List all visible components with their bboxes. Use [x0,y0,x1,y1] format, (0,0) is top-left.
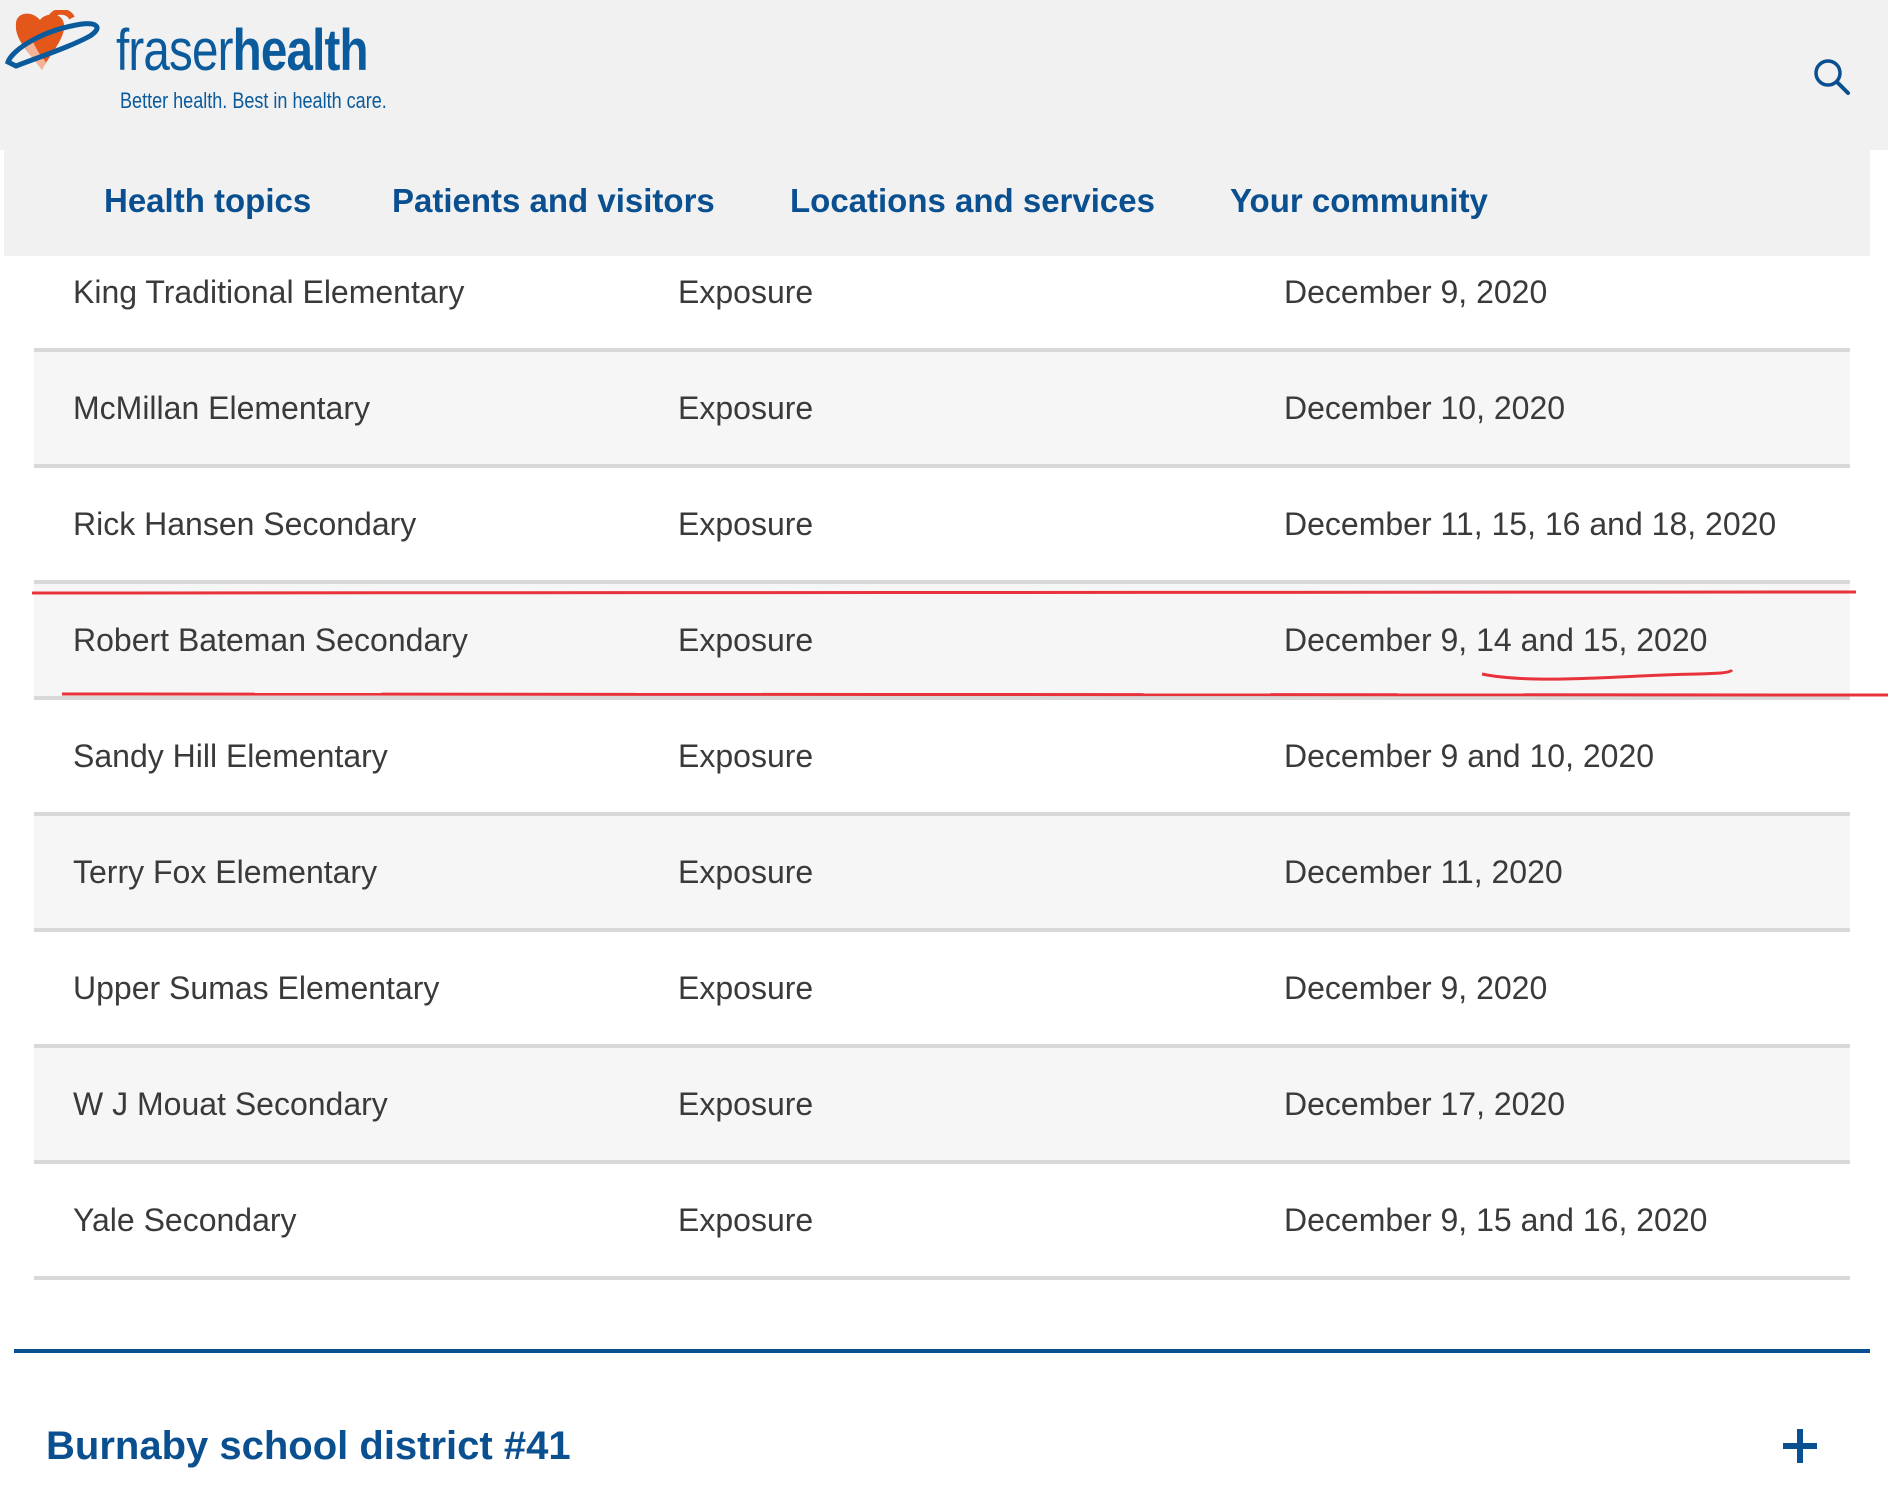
exposure-type: Exposure [678,506,814,542]
exposure-dates: December 9, 14 and 15, 2020 [1284,622,1708,658]
school-name: W J Mouat Secondary [73,1086,388,1122]
table-row: McMillan Elementary Exposure December 10… [34,352,1850,468]
table-row: Sandy Hill Elementary Exposure December … [34,700,1850,816]
exposure-dates: December 17, 2020 [1284,1086,1566,1122]
brand-name-light: fraser [116,18,233,83]
heart-logo-icon [4,10,100,71]
exposure-type: Exposure [678,390,814,426]
nav-your-community[interactable]: Your community [1230,182,1488,220]
burnaby-section-title[interactable]: Burnaby school district #41 [46,1424,571,1469]
exposure-type: Exposure [678,970,814,1006]
exposure-type: Exposure [678,1086,814,1122]
plus-icon[interactable] [1780,1426,1820,1466]
site-header: fraserhealth Better health. Best in heal… [0,0,1888,150]
brand-name: fraserhealth [116,22,369,80]
exposure-dates: December 11, 15, 16 and 18, 2020 [1284,506,1777,542]
school-name: Yale Secondary [73,1202,297,1238]
table-row: Yale Secondary Exposure December 9, 15 a… [34,1164,1850,1280]
exposure-dates: December 9 and 10, 2020 [1284,738,1655,774]
school-name: Robert Bateman Secondary [73,622,468,658]
exposure-table: King Traditional Elementary Exposure Dec… [34,256,1850,1280]
exposure-type: Exposure [678,622,814,658]
nav-locations-and-services[interactable]: Locations and services [790,182,1155,220]
table-row: Robert Bateman Secondary Exposure Decemb… [34,584,1850,700]
exposure-type: Exposure [678,854,814,890]
exposure-type: Exposure [678,274,814,310]
table-row: King Traditional Elementary Exposure Dec… [34,256,1850,352]
table-row: Upper Sumas Elementary Exposure December… [34,932,1850,1048]
exposure-dates: December 11, 2020 [1284,854,1563,890]
exposure-type: Exposure [678,738,814,774]
exposure-dates: December 10, 2020 [1284,390,1566,426]
nav-health-topics[interactable]: Health topics [104,182,311,220]
brand-tagline: Better health. Best in health care. [120,88,387,113]
exposure-dates: December 9, 2020 [1284,274,1548,310]
search-icon[interactable] [1810,55,1854,99]
exposure-dates: December 9, 15 and 16, 2020 [1284,1202,1708,1238]
school-name: Upper Sumas Elementary [73,970,440,1006]
school-name: McMillan Elementary [73,390,370,426]
exposure-type: Exposure [678,1202,814,1238]
nav-patients-and-visitors[interactable]: Patients and visitors [392,182,715,220]
fraserhealth-logo[interactable]: fraserhealth Better health. Best in heal… [0,8,387,118]
school-name: Sandy Hill Elementary [73,738,388,774]
table-row: Rick Hansen Secondary Exposure December … [34,468,1850,584]
school-name: Rick Hansen Secondary [73,506,417,542]
main-nav: Health topics Patients and visitors Loca… [4,150,1870,256]
table-row: W J Mouat Secondary Exposure December 17… [34,1048,1850,1164]
table-row: Terry Fox Elementary Exposure December 1… [34,816,1850,932]
school-name: King Traditional Elementary [73,274,465,310]
brand-name-bold: health [232,18,369,83]
school-name: Terry Fox Elementary [73,854,378,890]
section-divider [14,1349,1870,1353]
exposure-dates: December 9, 2020 [1284,970,1548,1006]
